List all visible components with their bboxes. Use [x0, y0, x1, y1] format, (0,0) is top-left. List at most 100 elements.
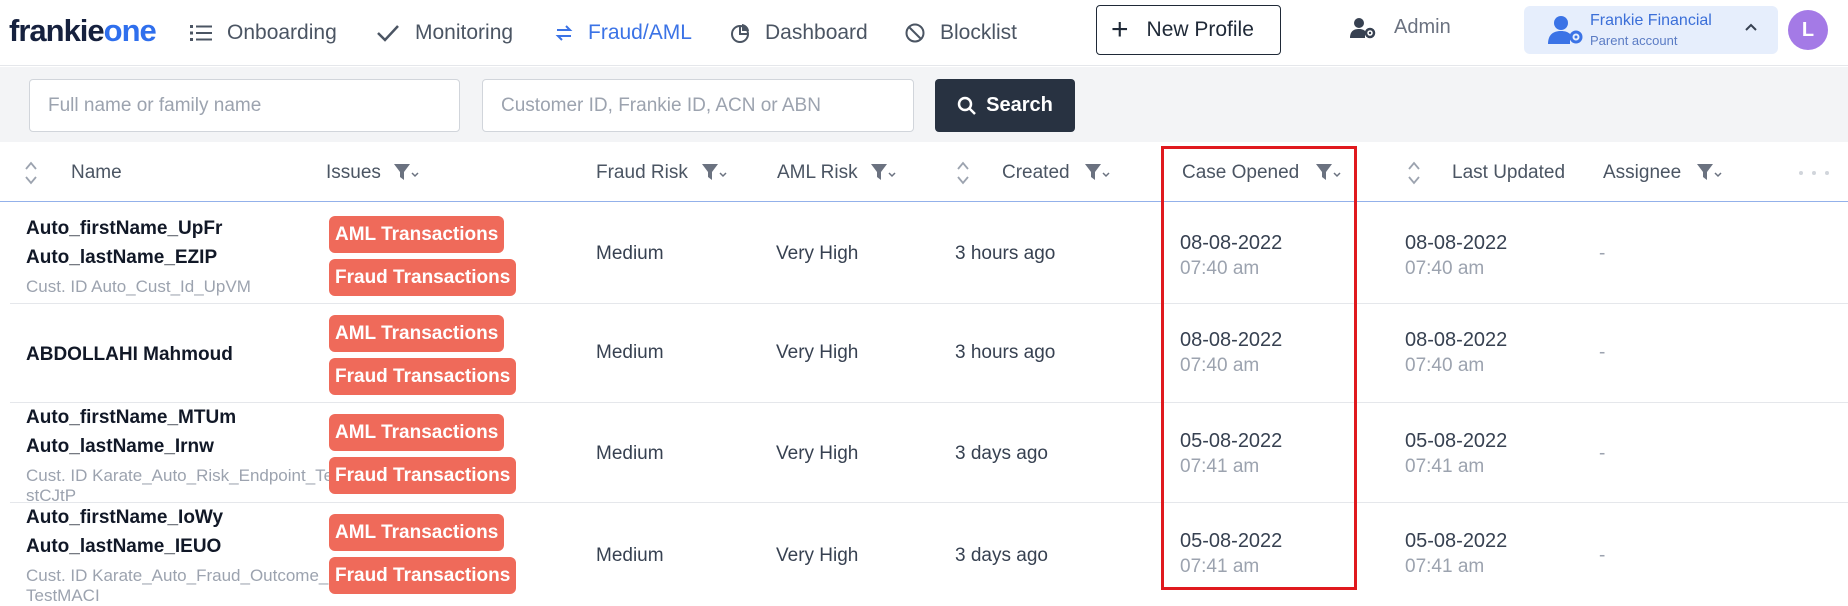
- admin-link[interactable]: Admin: [1350, 16, 1451, 39]
- filter-icon[interactable]: [1083, 160, 1113, 184]
- profile-name[interactable]: ABDOLLAHI Mahmoud: [26, 340, 233, 369]
- frankieone-logo[interactable]: frankieone: [9, 13, 157, 49]
- column-header-created[interactable]: Created: [1002, 143, 1070, 202]
- filter-icon[interactable]: [1695, 160, 1725, 184]
- filter-icon[interactable]: [700, 160, 730, 184]
- transfer-arrows-icon: [555, 25, 573, 41]
- last-updated-time: 07:40 am: [1405, 258, 1485, 279]
- user-gear-icon: [1350, 17, 1376, 38]
- table-row[interactable]: Auto_firstName_UpFr Auto_lastName_EZIP C…: [10, 203, 1848, 304]
- nav-dashboard-label: Dashboard: [765, 21, 868, 44]
- created-value: 3 hours ago: [955, 243, 1056, 264]
- nav-onboarding-label: Onboarding: [227, 21, 337, 44]
- sort-icon[interactable]: [956, 160, 970, 186]
- column-header-case-opened[interactable]: Case Opened: [1182, 143, 1299, 202]
- profile-name-first[interactable]: Auto_firstName_UpFr: [26, 214, 222, 243]
- search-button[interactable]: Search: [935, 79, 1075, 132]
- aml-risk-value: Very High: [776, 545, 859, 566]
- nav-dashboard[interactable]: Dashboard: [730, 16, 868, 50]
- assignee-value: -: [1599, 545, 1606, 566]
- case-opened-date: 05-08-2022: [1180, 530, 1283, 552]
- new-profile-button[interactable]: + New Profile: [1096, 5, 1281, 55]
- chevron-up-icon: [1745, 23, 1757, 31]
- last-updated-date: 08-08-2022: [1405, 329, 1508, 351]
- aml-risk-value: Very High: [776, 443, 859, 464]
- issue-tag-fraud: Fraud Transactions: [329, 557, 517, 594]
- case-opened-date: 08-08-2022: [1180, 232, 1283, 254]
- assignee-value: -: [1599, 342, 1606, 363]
- case-opened-date: 08-08-2022: [1180, 329, 1283, 351]
- name-search-input[interactable]: [29, 79, 460, 132]
- issue-tag-fraud: Fraud Transactions: [329, 358, 517, 395]
- column-header-aml-risk[interactable]: AML Risk: [777, 143, 858, 202]
- account-name: Frankie Financial: [1590, 12, 1712, 29]
- id-search-input[interactable]: [482, 79, 914, 132]
- new-profile-label: New Profile: [1146, 18, 1254, 41]
- last-updated-time: 07:40 am: [1405, 355, 1485, 376]
- account-subtitle: Parent account: [1590, 33, 1678, 48]
- more-options-icon[interactable]: [1798, 170, 1830, 176]
- assignee-value: -: [1599, 443, 1606, 464]
- customer-id: Cust. ID Karate_Auto_Fraud_Outcome_TestM…: [26, 566, 329, 605]
- fraud-risk-value: Medium: [596, 342, 664, 363]
- logo-text-one: one: [103, 13, 157, 48]
- check-icon: [377, 25, 399, 42]
- issue-tag-fraud: Fraud Transactions: [329, 457, 517, 494]
- nav-blocklist[interactable]: Blocklist: [905, 16, 1017, 50]
- created-value: 3 days ago: [955, 545, 1048, 566]
- table-row[interactable]: Auto_firstName_MTUm Auto_lastName_Irnw C…: [10, 403, 1848, 505]
- search-bar: Search: [0, 67, 1848, 142]
- case-opened-time: 07:40 am: [1180, 355, 1260, 376]
- assignee-value: -: [1599, 243, 1606, 264]
- sort-icon[interactable]: [24, 160, 38, 186]
- admin-label: Admin: [1394, 16, 1451, 38]
- aml-risk-value: Very High: [776, 342, 859, 363]
- avatar-initial: L: [1801, 18, 1815, 41]
- profile-name-last[interactable]: Auto_lastName_Irnw: [26, 432, 214, 461]
- profile-name-last[interactable]: Auto_lastName_EZIP: [26, 243, 217, 272]
- last-updated-date: 05-08-2022: [1405, 530, 1508, 552]
- nav-monitoring[interactable]: Monitoring: [376, 16, 513, 50]
- user-settings-icon: [1548, 16, 1583, 44]
- account-switcher[interactable]: Frankie Financial Parent account: [1524, 6, 1778, 54]
- list-icon: [190, 25, 212, 41]
- filter-icon[interactable]: [392, 160, 422, 184]
- table-header: Name Issues Fraud Risk AML Risk Created …: [0, 143, 1848, 202]
- profile-name-first[interactable]: Auto_firstName_IoWy: [26, 503, 223, 532]
- created-value: 3 hours ago: [955, 342, 1056, 363]
- search-icon: [957, 96, 977, 115]
- logo-text-frankie: frankie: [9, 13, 105, 48]
- nav-fraud-aml[interactable]: Fraud/AML: [555, 16, 692, 50]
- filter-icon[interactable]: [1314, 160, 1344, 184]
- block-icon: [905, 23, 925, 43]
- case-opened-time: 07:40 am: [1180, 258, 1260, 279]
- column-header-issues[interactable]: Issues: [326, 143, 381, 202]
- case-opened-time: 07:41 am: [1180, 556, 1260, 577]
- case-opened-time: 07:41 am: [1180, 456, 1260, 477]
- last-updated-date: 08-08-2022: [1405, 232, 1508, 254]
- nav-blocklist-label: Blocklist: [940, 21, 1018, 44]
- column-header-last-updated[interactable]: Last Updated: [1452, 143, 1565, 202]
- column-header-assignee[interactable]: Assignee: [1603, 143, 1681, 202]
- nav-onboarding[interactable]: Onboarding: [190, 16, 337, 50]
- nav-fraud-aml-label: Fraud/AML: [588, 21, 692, 44]
- profile-name-first[interactable]: Auto_firstName_MTUm: [26, 403, 236, 432]
- fraud-risk-value: Medium: [596, 545, 664, 566]
- column-header-fraud-risk[interactable]: Fraud Risk: [596, 143, 688, 202]
- table-row[interactable]: ABDOLLAHI Mahmoud AML Transactions Fraud…: [10, 304, 1848, 403]
- issue-tag-aml: AML Transactions: [329, 514, 505, 551]
- aml-risk-value: Very High: [776, 243, 859, 264]
- table-row[interactable]: Auto_firstName_IoWy Auto_lastName_IEUO C…: [10, 503, 1848, 605]
- plus-icon: +: [1111, 13, 1129, 46]
- issue-tag-aml: AML Transactions: [329, 414, 505, 451]
- filter-icon[interactable]: [869, 160, 899, 184]
- last-updated-time: 07:41 am: [1405, 556, 1485, 577]
- issue-tag-aml: AML Transactions: [329, 216, 505, 253]
- column-header-name[interactable]: Name: [71, 143, 122, 202]
- avatar[interactable]: L: [1788, 10, 1828, 50]
- last-updated-date: 05-08-2022: [1405, 430, 1508, 452]
- sort-icon[interactable]: [1407, 160, 1421, 186]
- issue-tag-aml: AML Transactions: [329, 315, 505, 352]
- profile-name-last[interactable]: Auto_lastName_IEUO: [26, 532, 221, 561]
- issue-tag-fraud: Fraud Transactions: [329, 259, 517, 296]
